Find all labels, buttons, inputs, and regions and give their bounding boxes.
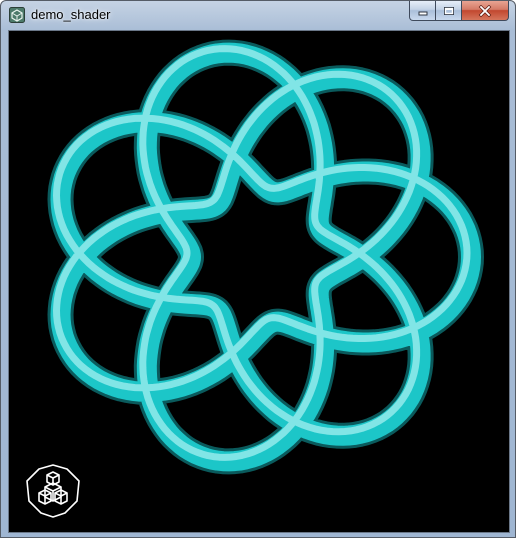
render-viewport[interactable]	[8, 30, 510, 533]
maximize-icon	[443, 6, 454, 15]
app-icon[interactable]	[9, 7, 25, 23]
maximize-button[interactable]	[436, 1, 462, 21]
caption-buttons	[409, 1, 509, 21]
close-icon	[478, 4, 492, 17]
application-window: demo_shader	[0, 0, 516, 538]
minimize-button[interactable]	[409, 1, 436, 21]
torus-knot-render	[45, 37, 486, 477]
close-button[interactable]	[462, 1, 509, 21]
title-bar[interactable]: demo_shader	[1, 1, 515, 29]
axis-cube-icon[interactable]	[25, 463, 81, 519]
minimize-icon	[418, 11, 427, 15]
window-title: demo_shader	[31, 7, 111, 22]
torus-knot	[45, 37, 486, 477]
